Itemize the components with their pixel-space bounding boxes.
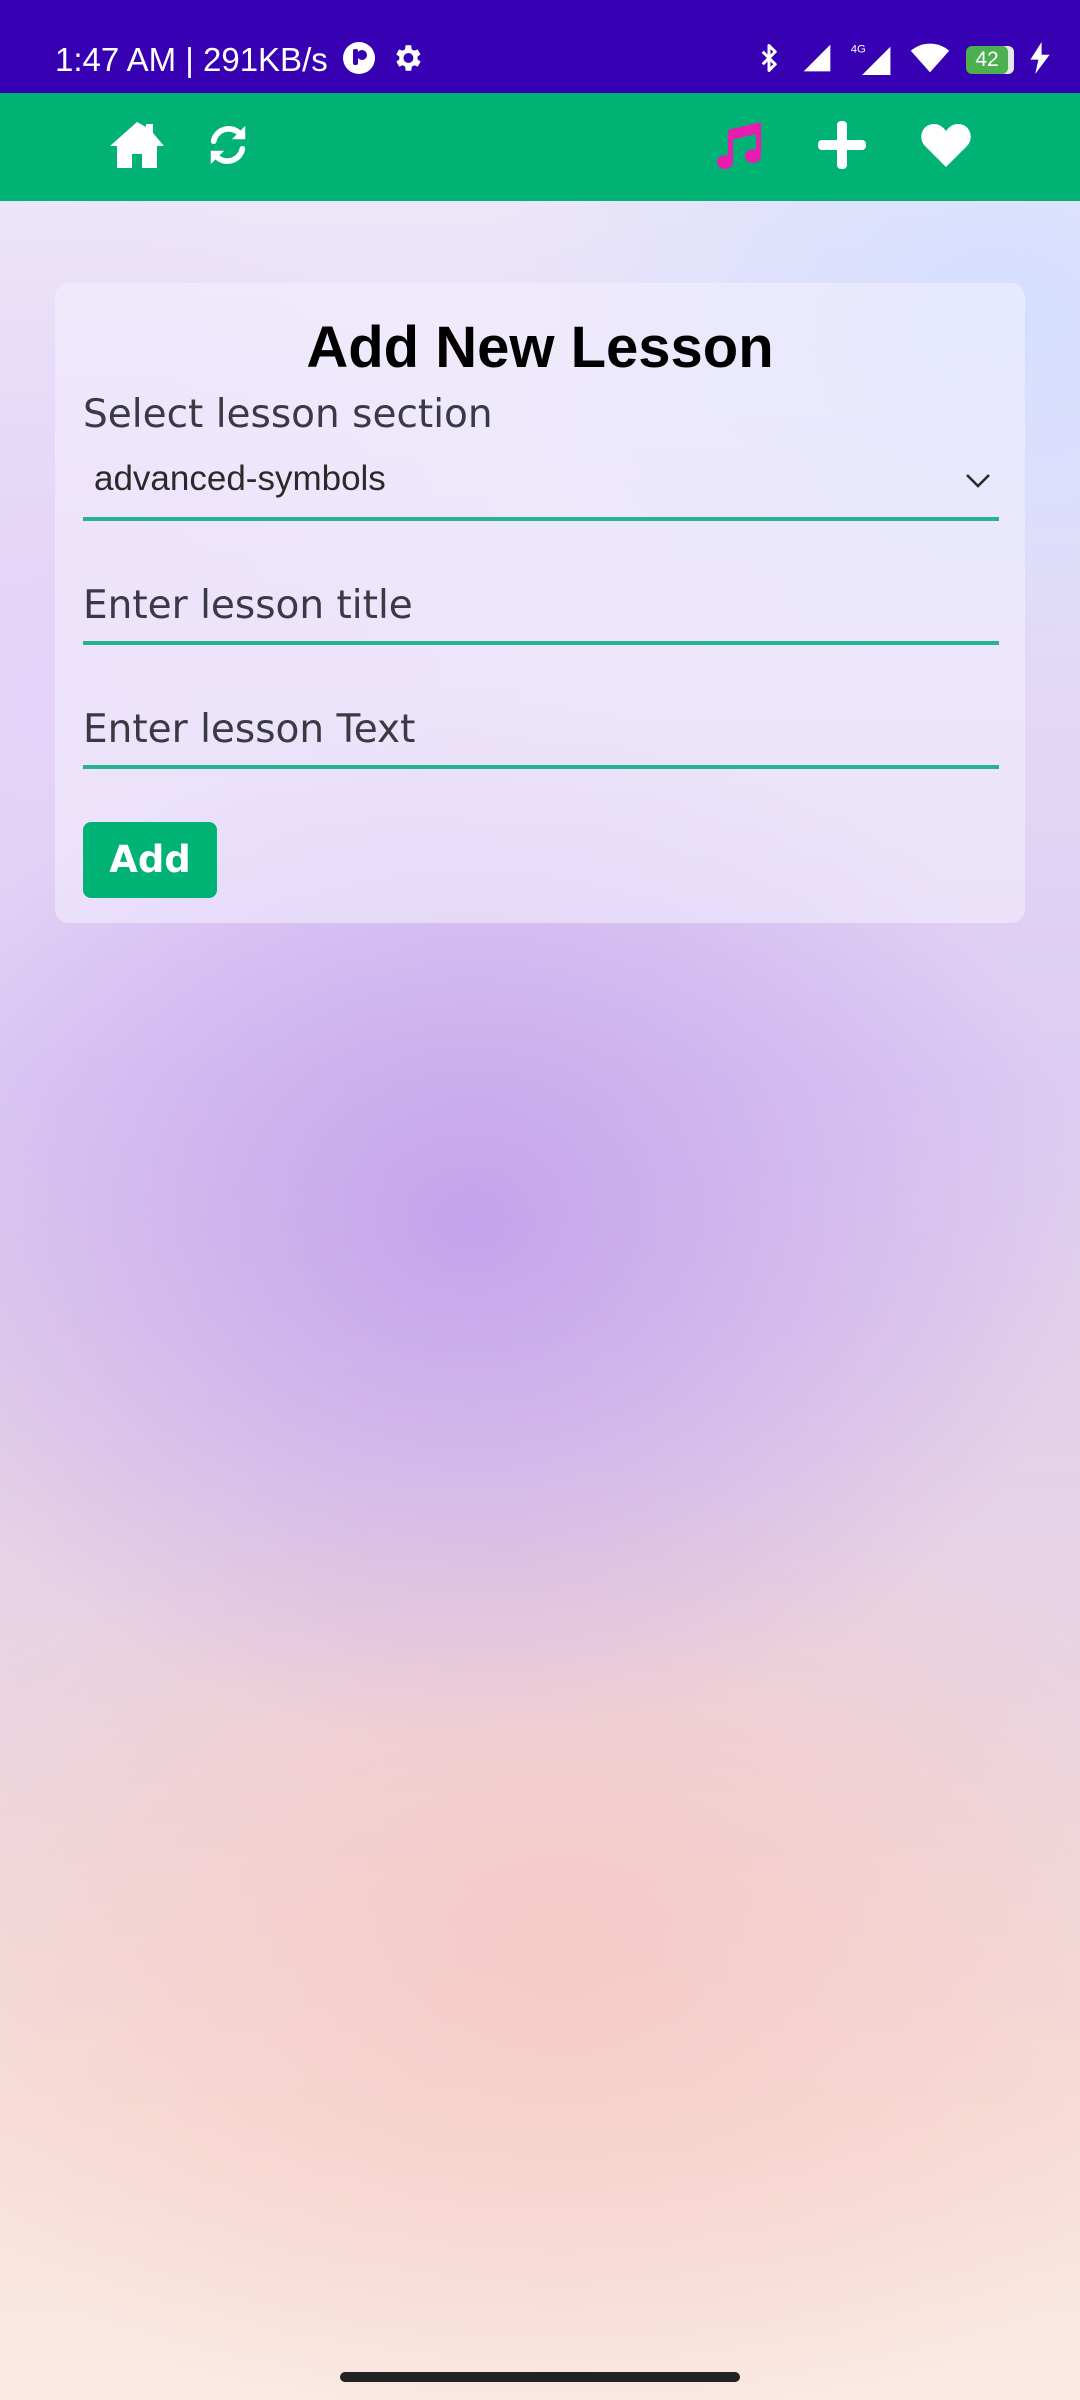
add-lesson-nav-button[interactable] <box>814 93 870 201</box>
battery-icon: 42 <box>966 46 1014 74</box>
home-gesture-bar[interactable] <box>340 2372 740 2382</box>
add-button[interactable]: Add <box>83 822 217 898</box>
lesson-text-field <box>83 693 999 769</box>
cell-signal-icon <box>800 42 834 78</box>
favorites-button[interactable] <box>918 93 974 201</box>
status-icons-left <box>342 40 424 80</box>
bluetooth-icon <box>754 41 784 79</box>
refresh-button[interactable] <box>203 93 253 201</box>
home-icon <box>108 120 166 174</box>
battery-level: 42 <box>975 48 999 71</box>
lesson-text-input[interactable] <box>83 701 999 757</box>
lesson-title-input[interactable] <box>83 577 999 633</box>
add-lesson-card: Add New Lesson Select lesson section adv… <box>55 283 1025 923</box>
plus-icon <box>816 119 868 175</box>
music-lessons-button[interactable] <box>708 93 768 201</box>
cell-signal-4g-icon: 4G <box>850 41 894 79</box>
top-nav-bar <box>0 93 1080 201</box>
lesson-section-select[interactable]: advanced-symbols <box>83 445 999 521</box>
status-time-speed: 1:47 AM | 291KB/s <box>55 41 328 78</box>
settings-gear-icon <box>390 41 424 79</box>
chevron-down-icon <box>963 465 993 495</box>
charging-bolt-icon <box>1030 42 1050 78</box>
section-select-label: Select lesson section <box>83 392 493 437</box>
selected-section-value: advanced-symbols <box>94 459 386 498</box>
status-icons-right: 4G 42 <box>754 40 1050 80</box>
music-note-icon <box>711 120 765 174</box>
page-title: Add New Lesson <box>306 315 774 380</box>
wifi-icon <box>910 42 950 78</box>
network-type-label: 4G <box>851 43 866 55</box>
app-notification-icon <box>342 41 376 79</box>
refresh-icon <box>205 122 251 172</box>
home-button[interactable] <box>104 93 170 201</box>
status-bar: 1:47 AM | 291KB/s 4G 42 <box>0 0 1080 93</box>
lesson-title-field <box>83 569 999 645</box>
heart-icon <box>920 122 972 172</box>
